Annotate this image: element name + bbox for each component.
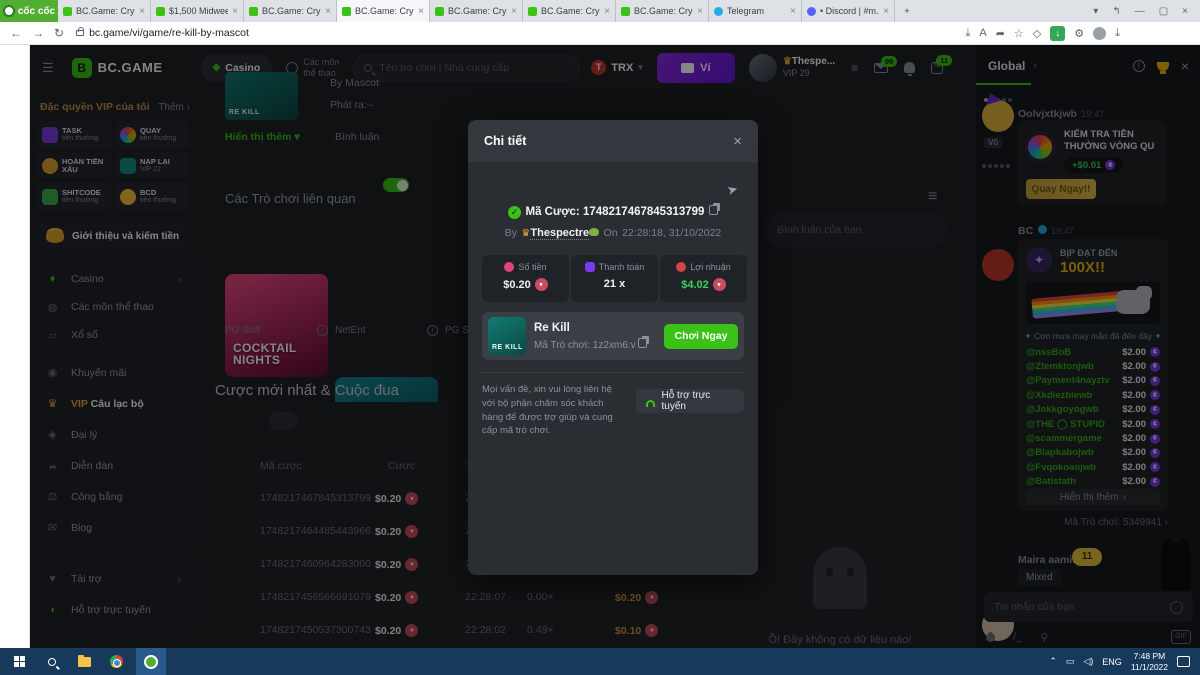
browser-tab[interactable]: BC.Game: Crypto × xyxy=(616,0,709,22)
play-now-button[interactable]: Chơi Ngay xyxy=(664,323,738,349)
verified-icon xyxy=(508,206,522,219)
windows-taskbar: ⌃ ▭ ◁) ENG 7:48 PM 11/1/2022 xyxy=(0,648,1200,675)
modal-close-icon[interactable]: × xyxy=(733,133,742,150)
stat-payout: Thanh toán 21 x xyxy=(571,255,658,302)
minimize-button[interactable]: — xyxy=(1135,6,1145,17)
download-button[interactable]: ↓ xyxy=(1050,25,1066,41)
frog-emoji xyxy=(589,228,600,236)
coccoc-brand[interactable]: cốc cốc xyxy=(0,0,58,22)
tab-close-icon[interactable]: × xyxy=(697,6,703,17)
save-page-icon[interactable]: ⤓ xyxy=(965,27,970,40)
translate-icon[interactable]: A xyxy=(979,27,986,39)
bettor-name[interactable]: Thespectre xyxy=(530,227,590,240)
tab-close-icon[interactable]: × xyxy=(418,6,424,17)
browser-address-bar: ← → ↻ bc.game/vi/game/re-kill-by-mascot … xyxy=(0,22,1200,45)
game-thumbnail[interactable]: RE KILL xyxy=(488,317,526,355)
back-icon[interactable]: ← xyxy=(10,26,22,40)
browser-tab[interactable]: • Discord | #m... × xyxy=(802,0,895,22)
reload-icon[interactable]: ↻ xyxy=(54,26,64,40)
tab-bcgame-1 xyxy=(63,6,72,16)
copy-icon[interactable] xyxy=(708,205,718,215)
url-field[interactable]: bc.game/vi/game/re-kill-by-mascot xyxy=(76,27,965,39)
bookmark-star-icon[interactable]: ☆ xyxy=(1014,27,1024,40)
tab-close-icon[interactable]: × xyxy=(604,6,610,17)
tab-bcgame-6 xyxy=(621,6,630,16)
bet-id-text: Mã Cược: 1748217467845313799 xyxy=(525,206,705,218)
tab-close-icon[interactable]: × xyxy=(883,6,889,17)
tab-close-icon[interactable]: × xyxy=(790,6,796,17)
bet-details-modal: Chi tiết × ➤ Mã Cược: 174821746784531379… xyxy=(468,120,758,575)
share-icon[interactable]: ➦ xyxy=(996,27,1005,40)
modal-title: Chi tiết xyxy=(484,134,527,148)
language-indicator[interactable]: ENG xyxy=(1102,657,1122,667)
browser-tab[interactable]: BC.Game: Crypto × xyxy=(523,0,616,22)
coccoc-taskbar-icon[interactable] xyxy=(136,648,166,675)
volume-icon[interactable]: ◁) xyxy=(1083,656,1093,667)
action-center-icon[interactable] xyxy=(1177,656,1190,667)
taskbar-search-icon[interactable] xyxy=(40,648,64,675)
forward-icon[interactable]: → xyxy=(32,26,44,40)
support-text: Mọi vấn đề, xin vui lòng liên hệ với bộ … xyxy=(482,384,613,437)
profile-avatar[interactable] xyxy=(1093,26,1107,40)
screen: ☰ B BC.GAME ◆ Casino Các môn thể thao Tên… xyxy=(0,0,1200,675)
new-tab-button[interactable]: + xyxy=(895,0,919,22)
adblock-shield-icon[interactable]: ◇ xyxy=(1033,27,1041,40)
browser-tab[interactable]: BC.Game: Crypto × xyxy=(430,0,523,22)
downloads-tray-icon[interactable]: ⤓ xyxy=(1115,27,1120,40)
close-button[interactable]: × xyxy=(1182,6,1188,17)
modal-support-section: Mọi vấn đề, xin vui lòng liên hệ với bộ … xyxy=(482,372,744,438)
modal-header: Chi tiết × xyxy=(468,120,758,162)
tab-discord xyxy=(807,6,816,16)
trx-coin-icon xyxy=(712,278,726,291)
profit-icon xyxy=(676,262,687,272)
stat-profit: Lợi nhuận $4.02 xyxy=(660,255,747,302)
bet-datetime: 22:28:18, 31/10/2022 xyxy=(622,227,722,239)
game-code: Mã Trò chơi: 1z2xm6:v xyxy=(534,337,648,351)
live-support-button[interactable]: Hỗ trợ trực tuyến xyxy=(635,389,744,413)
tab-bcgame-5 xyxy=(528,6,537,16)
headset-icon xyxy=(645,399,656,407)
extensions-icon[interactable]: ⚙ xyxy=(1074,27,1084,40)
tab-bcgame-2 xyxy=(249,6,258,16)
tab-close-icon[interactable]: × xyxy=(232,6,238,17)
tab-close-icon[interactable]: × xyxy=(511,6,517,17)
tab-telegram xyxy=(714,6,723,16)
tab-midweek xyxy=(156,6,165,16)
chrome-icon[interactable] xyxy=(104,648,128,675)
browser-tab[interactable]: BC.Game: Crypto × xyxy=(244,0,337,22)
tab-bcgame-4 xyxy=(435,6,444,16)
tab-search-icon[interactable]: ▾ xyxy=(1093,6,1098,17)
payout-icon xyxy=(584,262,595,272)
recent-tabs-icon[interactable]: ↰ xyxy=(1112,6,1120,17)
maximize-button[interactable]: ▢ xyxy=(1159,6,1168,17)
tab-close-icon[interactable]: × xyxy=(139,6,145,17)
tab-close-icon[interactable]: × xyxy=(325,6,331,17)
browser-tab-bar: cốc cốc BC.Game: Crypto × $1,500 Midweek… xyxy=(0,0,1200,22)
taskbar-clock[interactable]: 7:48 PM 11/1/2022 xyxy=(1131,651,1168,672)
browser-tab[interactable]: BC.Game: Crypto × xyxy=(337,0,430,22)
coccoc-sidebar xyxy=(0,45,30,648)
copy-icon[interactable] xyxy=(638,337,648,348)
browser-tab[interactable]: BC.Game: Crypto × xyxy=(58,0,151,22)
lock-icon xyxy=(76,27,85,36)
start-button[interactable] xyxy=(8,648,32,675)
tab-bcgame-3 xyxy=(342,6,351,16)
browser-tab[interactable]: Telegram × xyxy=(709,0,802,22)
game-name: Re Kill xyxy=(534,321,570,334)
network-icon[interactable]: ▭ xyxy=(1066,656,1075,667)
browser-tab[interactable]: $1,500 Midweek × xyxy=(151,0,244,22)
share-icon[interactable]: ➤ xyxy=(725,181,740,199)
tray-expand-icon[interactable]: ⌃ xyxy=(1049,656,1057,667)
amount-icon xyxy=(504,262,515,272)
coccoc-logo-icon xyxy=(2,5,15,17)
file-explorer-icon[interactable] xyxy=(72,648,96,675)
modal-game-row: RE KILL Re Kill Mã Trò chơi: 1z2xm6:v Ch… xyxy=(482,312,744,360)
trx-coin-icon xyxy=(534,278,548,291)
stat-amount: Số tiền $0.20 xyxy=(482,255,569,302)
